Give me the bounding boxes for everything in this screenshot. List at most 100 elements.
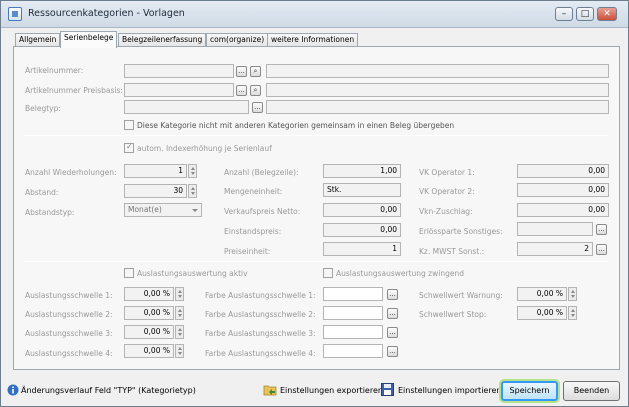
erloessparte-field[interactable] [517, 222, 593, 236]
save-button[interactable]: Speichern [501, 381, 558, 401]
verkaufspreis-field[interactable]: 0,00 [323, 203, 401, 217]
auslastungsschwelle-3-field[interactable]: 0,00 % [124, 325, 174, 339]
abstandstyp-label: Abstandstyp: [25, 208, 75, 217]
anzahl-wiederholungen-field[interactable]: 1 [124, 164, 187, 178]
belegtyp-label: Belegtyp: [25, 104, 61, 113]
mengeneinheit-label: Mengeneinheit: [224, 187, 283, 196]
preiseinheit-label: Preiseinheit: [224, 247, 271, 256]
preisbasis-search-icon[interactable]: ⌕ [250, 85, 261, 96]
auslastung-aktiv-checkbox[interactable] [124, 268, 134, 278]
folder-export-icon [263, 385, 277, 396]
farbe-schwelle-2-browse-button[interactable]: ... [387, 308, 398, 319]
schwellwert-stop-label: Schwellwert Stop: [419, 310, 487, 319]
farbe-schwelle-4-field[interactable] [323, 344, 383, 358]
auslastungsschwelle-1-spinner[interactable] [175, 287, 184, 301]
einstandspreis-label: Einstandspreis: [224, 227, 282, 236]
vkn-zuschlag-field[interactable]: 0,00 [517, 203, 609, 217]
separator-2 [23, 261, 609, 262]
artikelnummer-field[interactable] [124, 64, 234, 78]
belegtyp-browse-button[interactable]: ... [252, 102, 263, 113]
history-link[interactable]: Änderungsverlauf Feld "TYP" (Kategoriety… [21, 386, 196, 395]
artikelnummer-search-icon[interactable]: ⌕ [250, 66, 261, 77]
farbe-schwelle-1-browse-button[interactable]: ... [387, 289, 398, 300]
vk-operator-1-field[interactable]: 0,00 [517, 164, 609, 178]
auslastungsschwelle-3-label: Auslastungsschwelle 3: [25, 329, 113, 338]
anzahl-belegzeile-field[interactable]: 1,00 [323, 164, 401, 178]
abstandstyp-value: Monat(e) [128, 205, 162, 214]
tab-weitere-informationen[interactable]: weitere Informationen [267, 33, 359, 47]
auslastung-zwingend-label: Auslastungsauswertung zwingend [336, 269, 464, 278]
auslastungsschwelle-4-field[interactable]: 0,00 % [124, 344, 174, 358]
auslastungsschwelle-1-label: Auslastungsschwelle 1: [25, 291, 113, 300]
app-icon [8, 7, 22, 21]
schwellwert-warnung-label: Schwellwert Warnung: [419, 291, 503, 300]
artikelnummer-description-field [266, 64, 609, 78]
auslastungsschwelle-1-field[interactable]: 0,00 % [124, 287, 174, 301]
artikelnummer-preisbasis-field[interactable] [124, 83, 234, 97]
vk-operator-2-field[interactable]: 0,00 [517, 183, 609, 197]
tab-comorganize[interactable]: com(organize) [206, 33, 269, 47]
auslastungsschwelle-2-field[interactable]: 0,00 % [124, 306, 174, 320]
farbe-schwelle-3-field[interactable] [323, 325, 383, 339]
erloessparte-label: Erlössparte Sonstiges: [419, 227, 503, 236]
farbe-schwelle-3-label: Farbe Auslastungsschwelle 3: [205, 329, 316, 338]
auslastungsschwelle-4-label: Auslastungsschwelle 4: [25, 349, 113, 358]
schwellwert-warnung-field[interactable]: 0,00 % [517, 287, 567, 301]
preisbasis-browse-button[interactable]: ... [236, 85, 247, 96]
artikelnummer-preisbasis-label: Artikelnummer Preisbasis: [25, 86, 123, 95]
info-icon [7, 384, 19, 396]
abstand-label: Abstand: [25, 188, 59, 197]
minimize-button[interactable]: – [555, 7, 573, 21]
erloessparte-browse-button[interactable]: ... [596, 224, 607, 235]
preisbasis-description-field [266, 83, 609, 97]
separate-category-checkbox[interactable] [124, 120, 134, 130]
preiseinheit-field[interactable]: 1 [323, 242, 401, 256]
farbe-schwelle-4-label: Farbe Auslastungsschwelle 4: [205, 349, 316, 358]
auto-index-label: autom. Indexerhöhung je Serienlauf [137, 144, 272, 153]
schwellwert-warnung-spinner[interactable] [568, 287, 577, 301]
anzahl-wiederholungen-spinner[interactable] [188, 164, 197, 178]
farbe-schwelle-1-label: Farbe Auslastungsschwelle 1: [205, 291, 316, 300]
einstandspreis-field[interactable]: 0,00 [323, 223, 401, 237]
window-title: Ressourcenkategorien - Vorlagen [28, 8, 185, 19]
separator-1 [23, 135, 609, 136]
close-dialog-button[interactable]: Beenden [563, 381, 620, 401]
dialog-window: Ressourcenkategorien - Vorlagen – □ ✕ Al… [0, 0, 629, 407]
abstand-spinner[interactable] [188, 184, 197, 198]
kz-mwst-field[interactable]: 2 [517, 242, 593, 256]
save-disk-icon [381, 383, 394, 396]
farbe-schwelle-1-field[interactable] [323, 287, 383, 301]
abstand-field[interactable]: 30 [124, 184, 187, 198]
farbe-schwelle-2-field[interactable] [323, 306, 383, 320]
title-bar[interactable]: Ressourcenkategorien - Vorlagen – □ ✕ [1, 1, 628, 28]
auslastungsschwelle-2-spinner[interactable] [175, 306, 184, 320]
verkaufspreis-label: Verkaufspreis Netto: [224, 207, 301, 216]
farbe-schwelle-3-browse-button[interactable]: ... [387, 327, 398, 338]
farbe-schwelle-2-label: Farbe Auslastungsschwelle 2: [205, 310, 316, 319]
export-settings-button[interactable]: Einstellungen exportieren [280, 386, 383, 395]
auslastungsschwelle-3-spinner[interactable] [175, 325, 184, 339]
auslastungsschwelle-2-label: Auslastungsschwelle 2: [25, 310, 113, 319]
schwellwert-stop-field[interactable]: 0,00 % [517, 306, 567, 320]
tab-belegzeilenerfassung[interactable]: Belegzeilenerfassung [118, 33, 207, 47]
auto-index-checkbox[interactable] [124, 142, 134, 153]
mengeneinheit-field[interactable]: Stk. [323, 183, 401, 197]
farbe-schwelle-4-browse-button[interactable]: ... [387, 346, 398, 357]
tab-allgemein[interactable]: Allgemein [15, 33, 61, 47]
auslastungsschwelle-4-spinner[interactable] [175, 344, 184, 358]
chevron-down-icon [192, 209, 198, 212]
close-button[interactable]: ✕ [597, 7, 617, 21]
schwellwert-stop-spinner[interactable] [568, 306, 577, 320]
maximize-button[interactable]: □ [576, 7, 594, 21]
import-settings-button[interactable]: Einstellungen importieren [398, 386, 501, 395]
belegtyp-field[interactable] [124, 100, 249, 114]
kz-mwst-label: Kz. MWST Sonst.: [419, 247, 485, 256]
auslastung-aktiv-label: Auslastungsauswertung aktiv [137, 269, 248, 278]
artikelnummer-browse-button[interactable]: ... [236, 66, 247, 77]
abstandstyp-dropdown[interactable]: Monat(e) [124, 203, 202, 217]
kz-mwst-browse-button[interactable]: ... [596, 244, 607, 255]
vk-operator-2-label: VK Operator 2: [419, 187, 475, 196]
belegtyp-description-field [266, 100, 609, 114]
auslastung-zwingend-checkbox[interactable] [323, 268, 333, 278]
tab-serienbelege[interactable]: Serienbelege [60, 31, 118, 48]
